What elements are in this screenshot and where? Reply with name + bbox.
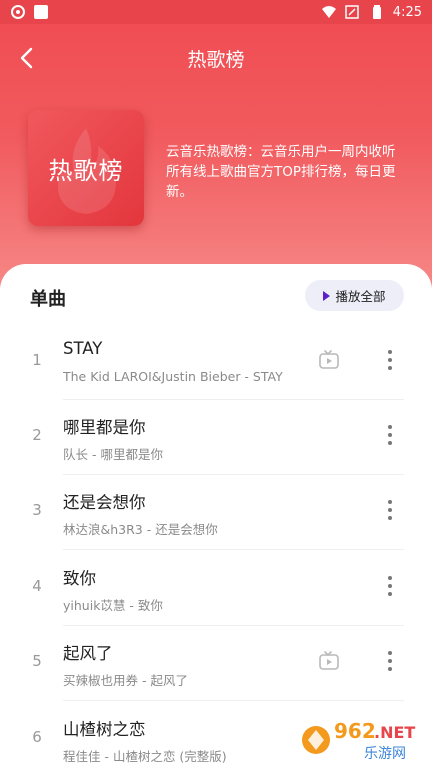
play-all-label: 播放全部	[335, 289, 386, 304]
playlist-description: 云音乐热歌榜：云音乐用户一周内收听所有线上歌曲官方TOP排行榜，每日更新。	[166, 144, 396, 200]
watermark-domain: .NET	[374, 723, 415, 742]
more-options-icon[interactable]	[380, 497, 400, 523]
nav-header: 热歌榜	[0, 36, 432, 80]
song-title: 还是会想你	[63, 493, 146, 512]
song-rank: 6	[32, 728, 42, 746]
site-watermark-logo: 962 .NET 乐游网	[302, 719, 415, 762]
song-title: 致你	[63, 569, 96, 588]
notification-square-icon	[34, 5, 48, 19]
more-options-icon[interactable]	[380, 573, 400, 599]
play-icon	[323, 290, 331, 301]
battery-icon	[372, 5, 381, 19]
mv-video-icon[interactable]	[318, 649, 340, 671]
more-options-icon[interactable]	[380, 347, 400, 373]
more-options-icon[interactable]	[380, 648, 400, 674]
page-title: 热歌榜	[187, 48, 245, 71]
row-divider	[63, 700, 404, 701]
song-artist: 程佳佳 - 山楂树之恋 (完整版)	[63, 749, 227, 764]
signal-icon	[345, 5, 359, 19]
status-bar: 4:25	[0, 0, 432, 24]
song-artist: yihuik苡慧 - 致你	[63, 598, 163, 613]
play-all-button[interactable]: 播放全部	[305, 280, 404, 311]
song-title: 山楂树之恋	[63, 720, 146, 739]
song-rank: 4	[32, 577, 42, 595]
song-row[interactable]: 5 起风了 买辣椒也用券 - 起风了	[0, 626, 432, 701]
song-row[interactable]: 3 还是会想你 林达浪&h3R3 - 还是会想你	[0, 475, 432, 550]
song-list-panel: 单曲 播放全部 1 STAY The Kid LAROI&Justin Bieb…	[0, 264, 432, 768]
wifi-icon	[321, 6, 336, 18]
song-rank: 3	[32, 501, 42, 519]
status-time: 4:25	[392, 4, 422, 20]
song-rank: 5	[32, 652, 42, 670]
song-rank: 1	[32, 351, 42, 369]
back-arrow-icon[interactable]	[14, 44, 42, 72]
song-row[interactable]: 4 致你 yihuik苡慧 - 致你	[0, 551, 432, 626]
row-divider	[63, 549, 404, 550]
song-rank: 2	[32, 426, 42, 444]
watermark-brand: 962	[334, 719, 376, 743]
song-row[interactable]: 1 STAY The Kid LAROI&Justin Bieber - STA…	[0, 325, 432, 400]
song-artist: 队长 - 哪里都是你	[63, 447, 163, 462]
song-title: STAY	[63, 339, 103, 358]
playlist-cover: 热歌榜	[28, 110, 144, 226]
song-row[interactable]: 2 哪里都是你 队长 - 哪里都是你	[0, 400, 432, 475]
song-artist: 买辣椒也用券 - 起风了	[63, 673, 188, 688]
app-notification-icon	[11, 5, 25, 19]
cover-title: 热歌榜	[48, 156, 124, 185]
watermark-site: 乐游网	[364, 746, 406, 762]
song-title: 哪里都是你	[63, 418, 146, 437]
section-title: 单曲	[30, 289, 66, 310]
more-options-icon[interactable]	[380, 422, 400, 448]
mv-video-icon[interactable]	[318, 348, 340, 370]
song-artist: The Kid LAROI&Justin Bieber - STAY	[63, 369, 283, 384]
song-title: 起风了	[63, 644, 113, 663]
song-artist: 林达浪&h3R3 - 还是会想你	[63, 522, 218, 537]
